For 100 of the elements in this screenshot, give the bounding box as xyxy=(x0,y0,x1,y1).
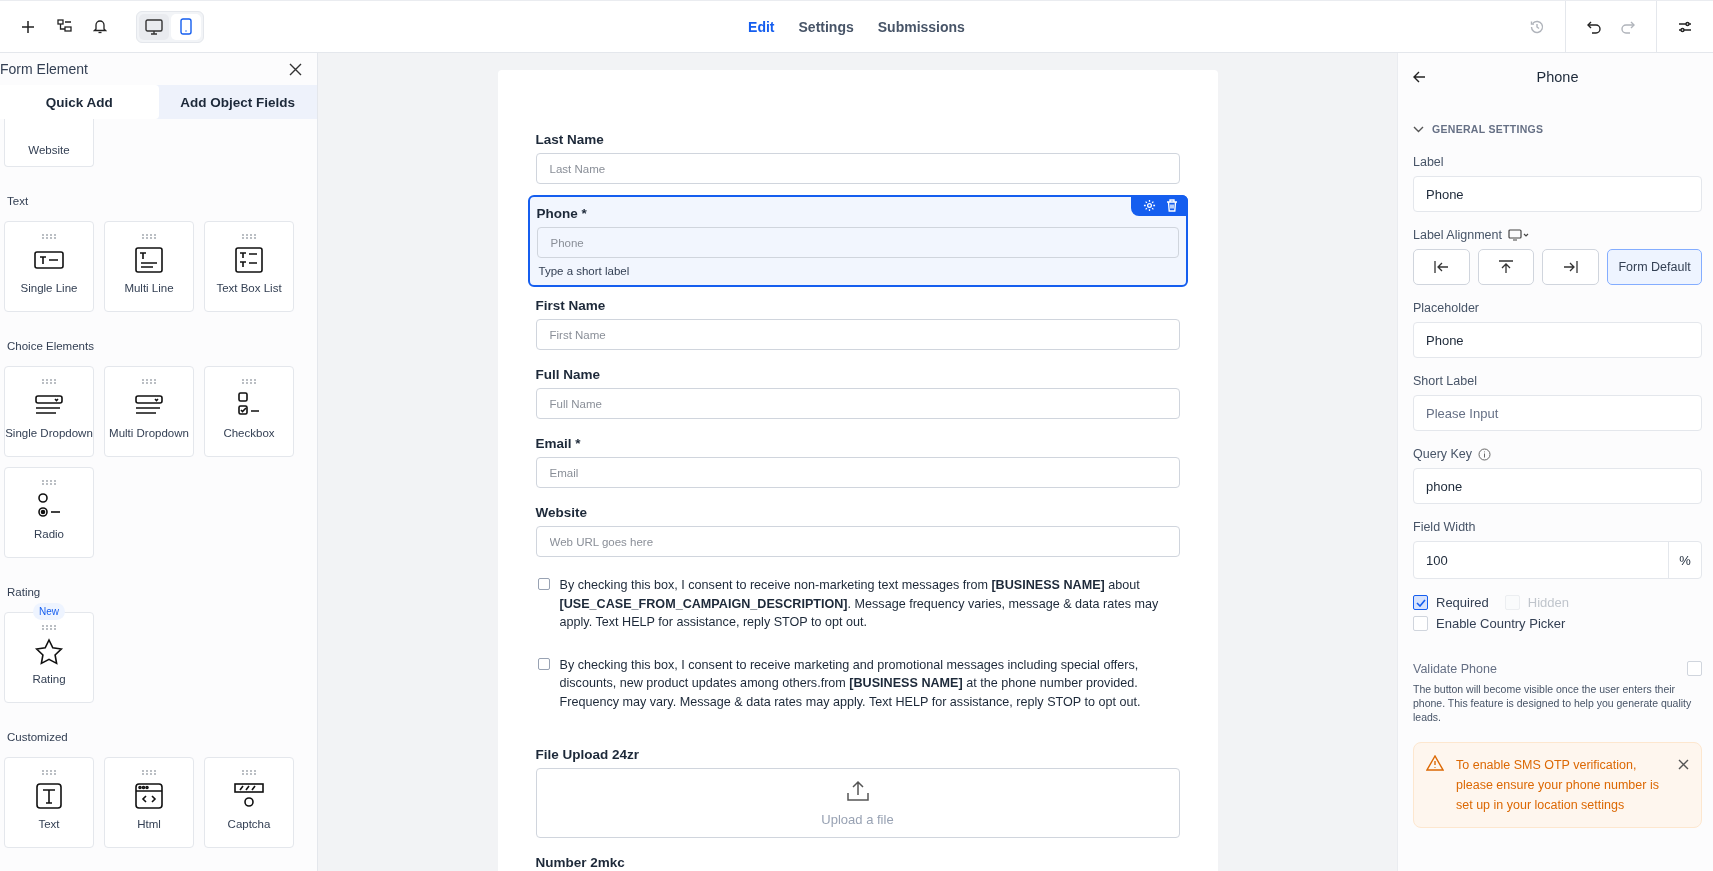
field-label: First Name xyxy=(535,298,607,313)
desktop-icon[interactable] xyxy=(139,13,169,40)
captcha-icon xyxy=(233,782,265,810)
field-caption: Label xyxy=(1413,155,1445,169)
chevron-down-icon xyxy=(1413,125,1424,133)
text-icon xyxy=(33,782,65,810)
input-field[interactable]: Please Input xyxy=(1413,395,1702,431)
element-tile[interactable]: Text xyxy=(4,757,94,848)
drag-handle-icon[interactable] xyxy=(42,379,56,384)
checkbox[interactable] xyxy=(537,657,550,670)
drag-handle-icon[interactable] xyxy=(42,625,56,630)
align-left-button[interactable] xyxy=(1413,249,1470,285)
drag-handle-icon[interactable] xyxy=(42,770,56,775)
warning-icon xyxy=(1426,755,1444,771)
checkbox[interactable] xyxy=(537,578,550,590)
section-title: Text xyxy=(7,195,30,207)
element-tile[interactable]: Html xyxy=(104,757,194,848)
form-field[interactable]: Website Web URL goes here xyxy=(533,503,1182,559)
align-top-button[interactable] xyxy=(1477,249,1535,285)
element-tile[interactable]: Website xyxy=(4,119,94,167)
field-label: Phone * xyxy=(536,206,588,221)
upload-icon xyxy=(845,779,870,802)
align-right-icon xyxy=(1562,260,1579,274)
align-right-button[interactable] xyxy=(1542,249,1600,285)
panel-tab[interactable]: Quick Add xyxy=(0,85,159,119)
form-field[interactable]: Number 2mkc xyxy=(533,853,1182,871)
text-list-icon xyxy=(233,246,265,274)
drag-handle-icon[interactable] xyxy=(242,234,256,239)
mobile-icon[interactable] xyxy=(171,13,201,40)
nav-tab[interactable]: Settings xyxy=(796,12,856,41)
section-title: Choice Elements xyxy=(7,340,95,352)
new-badge: New xyxy=(33,603,65,620)
field-caption: Field Width xyxy=(1413,520,1477,534)
checkmark-icon xyxy=(1415,598,1426,607)
element-tile[interactable]: Checkbox xyxy=(204,366,294,457)
drag-handle-icon[interactable] xyxy=(242,770,256,775)
close-icon[interactable] xyxy=(1678,759,1689,770)
form-field[interactable]: Last Name Last Name xyxy=(533,130,1182,186)
form-field[interactable]: Full Name Full Name xyxy=(533,365,1182,421)
alignment-button[interactable]: Form Default xyxy=(1607,249,1702,285)
input-field[interactable]: 100 xyxy=(1414,542,1668,578)
info-icon[interactable] xyxy=(1478,447,1492,461)
form-field[interactable]: File Upload 24zr Upload a file xyxy=(533,745,1182,840)
input-field[interactable]: First Name xyxy=(535,319,1180,350)
field-caption: Query Key xyxy=(1413,447,1473,461)
panel-title: Phone xyxy=(1535,69,1580,85)
input-field[interactable]: Email xyxy=(535,457,1180,488)
field-caption: Label Alignment xyxy=(1413,228,1502,242)
element-tile[interactable]: Captcha xyxy=(204,757,294,848)
element-tile[interactable]: Text Box List xyxy=(204,221,294,312)
field-caption: Placeholder xyxy=(1413,301,1480,315)
element-tile[interactable]: Multi Line xyxy=(104,221,194,312)
form-field[interactable]: First Name First Name xyxy=(533,296,1182,352)
drag-handle-icon[interactable] xyxy=(142,234,156,239)
field-hint: Type a short label xyxy=(537,265,631,277)
element-tile[interactable]: Radio xyxy=(4,467,94,558)
panel-tab[interactable]: Add Object Fields xyxy=(158,85,317,119)
code-window-icon xyxy=(133,782,165,810)
element-tile[interactable]: Single Line xyxy=(4,221,94,312)
alert-text: To enable SMS OTP verification, please ensure your phone number is set up in your location settings xyxy=(1456,757,1660,814)
input-field[interactable]: phone xyxy=(1413,468,1702,504)
checkbox-option[interactable]: Enable Country Picker xyxy=(1413,616,1566,631)
field-label: Website xyxy=(535,505,588,520)
input-field[interactable]: Phone xyxy=(536,227,1179,258)
element-tile[interactable]: Single Dropdown xyxy=(4,366,94,457)
consent-text: By checking this box, I consent to receive marketing and promotional messages including special offers, discounts, new product updates among others.from [BUSINESS NAME] at the phone number provided. Frequency may vary. Message & data rates may apply. Text HELP for assistance, reply STOP to opt out. xyxy=(559,656,1142,711)
drag-handle-icon[interactable] xyxy=(142,770,156,775)
form-field[interactable]: Email * Email xyxy=(533,434,1182,490)
settings-icon[interactable] xyxy=(1142,199,1156,212)
field-caption: Validate Phone xyxy=(1413,661,1497,676)
field-label: Email * xyxy=(535,436,582,451)
input-field[interactable]: Phone xyxy=(1413,322,1702,358)
align-left-icon xyxy=(1433,260,1450,274)
field-caption: Short Label xyxy=(1413,374,1478,388)
section-title: Customized xyxy=(7,731,69,743)
field-label: Last Name xyxy=(535,132,605,147)
drag-handle-icon[interactable] xyxy=(42,480,56,485)
checkbox[interactable] xyxy=(1687,661,1702,676)
element-tile[interactable]: Multi Dropdown xyxy=(104,366,194,457)
drag-handle-icon[interactable] xyxy=(42,234,56,239)
back-icon[interactable] xyxy=(1413,71,1426,83)
form-field[interactable]: Phone * Phone Type a short label xyxy=(527,195,1188,287)
nav-tab[interactable]: Edit xyxy=(746,12,777,41)
section-title: Rating xyxy=(7,586,42,598)
unit-label: % xyxy=(1668,542,1701,578)
star-icon xyxy=(33,637,65,665)
delete-icon[interactable] xyxy=(1165,199,1178,212)
input-field[interactable]: Last Name xyxy=(535,153,1180,184)
desktop-dropdown-icon[interactable] xyxy=(1507,229,1530,241)
width-field[interactable]: 100 % xyxy=(1413,541,1702,579)
drag-handle-icon[interactable] xyxy=(142,379,156,384)
checkbox-option[interactable]: Required xyxy=(1413,595,1489,610)
field-label: File Upload 24zr xyxy=(535,747,641,762)
nav-tab[interactable]: Submissions xyxy=(875,12,967,41)
input-field[interactable]: Web URL goes here xyxy=(535,526,1180,557)
section-toggle[interactable]: GENERAL SETTINGS xyxy=(1413,123,1702,135)
drag-handle-icon[interactable] xyxy=(242,379,256,384)
input-field[interactable]: Full Name xyxy=(535,388,1180,419)
text-area-icon xyxy=(133,246,165,274)
input-field[interactable]: Phone xyxy=(1413,176,1702,212)
